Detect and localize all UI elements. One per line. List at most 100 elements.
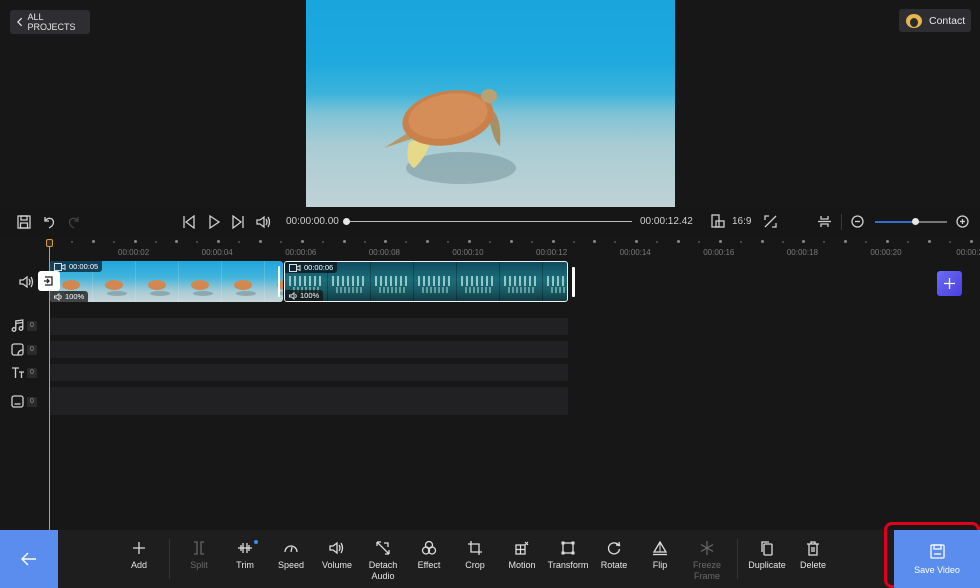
clip-end-handle[interactable] <box>572 267 575 297</box>
add-icon <box>133 542 145 554</box>
thumbnail-frame <box>457 262 500 301</box>
tool-label: Add <box>130 560 147 570</box>
tool-motion-button[interactable]: Motion <box>499 540 545 571</box>
tool-duplicate-button[interactable]: Duplicate <box>744 540 790 571</box>
playhead-handle[interactable] <box>46 239 53 247</box>
ruler-tick <box>196 241 199 243</box>
ruler-tick <box>697 241 700 243</box>
sticker-track[interactable] <box>50 341 568 358</box>
ruler-tick <box>175 240 179 243</box>
turtle-image <box>384 89 516 184</box>
tool-add-button[interactable]: Add <box>116 540 162 571</box>
tool-freeze-frame-button: Freeze Frame <box>684 540 730 582</box>
tool-delete-button[interactable]: Delete <box>790 540 836 571</box>
zoom-slider[interactable] <box>875 221 947 223</box>
tool-label: Delete <box>799 560 826 570</box>
tool-label: Effect <box>417 560 441 570</box>
split-marker-icon <box>44 276 53 286</box>
contact-button[interactable]: Contact <box>899 9 971 32</box>
snap-icon[interactable] <box>817 214 832 229</box>
tool-label: Duplicate <box>748 560 786 570</box>
tool-label: Rotate <box>600 560 628 570</box>
seek-bar[interactable] <box>346 221 632 222</box>
aspect-ratio-label[interactable]: 16:9 <box>732 216 751 227</box>
video-camera-icon <box>289 263 301 272</box>
ruler-tick <box>154 241 157 243</box>
aspect-ratio-icon[interactable] <box>711 214 725 229</box>
ruler-tick <box>342 240 346 243</box>
video-clip-1[interactable]: 00:00:05 100% <box>50 261 283 302</box>
ruler-label: 00:00:18 <box>786 248 818 257</box>
track-volume-icon[interactable] <box>19 275 34 289</box>
split-icon <box>194 541 204 555</box>
tool-rotate-button[interactable]: Rotate <box>591 540 637 571</box>
ruler-tick <box>384 240 388 243</box>
tool-effect-button[interactable]: Effect <box>406 540 452 571</box>
music-track[interactable] <box>50 318 568 335</box>
toolbar-divider <box>169 539 170 579</box>
ruler-tick <box>906 241 909 243</box>
fullscreen-icon[interactable] <box>764 215 777 228</box>
ruler-label: 00:00:04 <box>201 248 233 257</box>
save-video-button[interactable]: Save Video <box>894 530 980 588</box>
ruler-label: 00:00:10 <box>452 248 484 257</box>
zoom-in-icon[interactable] <box>956 215 969 228</box>
all-projects-label: ALL PROJECTS <box>27 12 76 32</box>
skip-to-end-icon[interactable] <box>231 215 245 229</box>
back-button[interactable] <box>0 530 58 588</box>
ruler-tick <box>781 241 784 243</box>
seek-handle[interactable] <box>343 218 350 225</box>
ruler-tick <box>844 240 848 243</box>
ruler-label: 00:00:16 <box>703 248 735 257</box>
split-at-playhead-button[interactable] <box>38 271 60 291</box>
text-track[interactable] <box>50 364 568 381</box>
zoom-out-icon[interactable] <box>851 215 864 228</box>
subtitle-track[interactable] <box>50 387 568 415</box>
ruler-label: 00:00:14 <box>619 248 651 257</box>
timeline-ruler[interactable]: 00:00:02 00:00:04 00:00:06 00:00:08 00:00:10… <box>0 237 980 259</box>
thumbnail-frame <box>222 261 265 302</box>
detach-audio-icon <box>376 541 390 555</box>
thumbnail-frame <box>179 261 222 302</box>
play-icon[interactable] <box>207 215 221 229</box>
tool-speed-button[interactable]: Speed <box>268 540 314 571</box>
ruler-tick <box>635 240 639 243</box>
redo-icon <box>68 217 79 229</box>
freeze-frame-icon <box>700 541 714 555</box>
ruler-tick <box>823 241 826 243</box>
zoom-slider-fill <box>875 221 916 223</box>
save-video-label: Save Video <box>914 564 960 575</box>
volume-small-icon <box>289 291 297 300</box>
duplicate-icon <box>761 541 773 556</box>
contact-label: Contact <box>929 14 966 27</box>
sticker-track-count: 0 <box>27 345 37 355</box>
tool-crop-button[interactable]: Crop <box>452 540 498 571</box>
ruler-tick <box>488 241 491 243</box>
thumbnail-frame <box>371 262 414 301</box>
ruler-tick <box>70 241 73 243</box>
video-clip-2[interactable]: 00:00:06 100% <box>284 261 568 302</box>
ruler-tick <box>217 240 221 243</box>
zoom-slider-handle[interactable] <box>912 218 919 225</box>
undo-icon[interactable] <box>42 215 56 229</box>
tool-label: Freeze Frame <box>692 560 721 581</box>
avatar <box>906 13 922 28</box>
save-project-icon[interactable] <box>17 215 31 229</box>
video-preview[interactable] <box>306 0 675 207</box>
ruler-tick <box>363 241 366 243</box>
save-icon <box>929 543 945 559</box>
tool-transform-button[interactable]: Transform <box>545 540 591 571</box>
all-projects-button[interactable]: ALL PROJECTS <box>10 10 90 34</box>
skip-to-start-icon[interactable] <box>182 215 196 229</box>
ruler-tick <box>468 240 471 243</box>
tool-detach-audio-button[interactable]: Detach Audio <box>360 540 406 582</box>
clip-volume-badge: 100% <box>50 291 89 302</box>
crop-icon <box>468 541 482 555</box>
clip-trim-handle[interactable] <box>278 266 280 297</box>
tool-volume-button[interactable]: Volume <box>314 540 360 571</box>
tool-label: Flip <box>652 560 668 570</box>
tool-trim-button[interactable]: Trim <box>222 540 268 571</box>
add-track-button[interactable] <box>937 271 962 296</box>
volume-icon[interactable] <box>256 215 271 229</box>
tool-flip-button[interactable]: Flip <box>637 540 683 571</box>
